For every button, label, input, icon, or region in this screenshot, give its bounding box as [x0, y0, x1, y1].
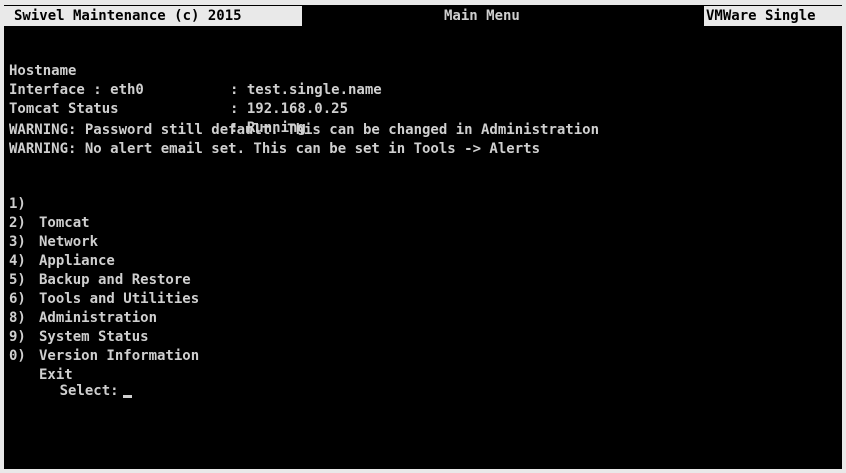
info-label: Tomcat Status — [9, 101, 119, 117]
menu-item-label: Tools and Utilities — [39, 291, 200, 307]
menu-title: Main Menu — [444, 8, 520, 24]
select-prompt[interactable]: Select: — [9, 363, 132, 399]
menu-item-system-status[interactable]: 8) System Status — [9, 290, 149, 345]
menu-item-label: Backup and Restore — [39, 272, 191, 288]
app-title: Swivel Maintenance (c) 2015 — [4, 6, 302, 26]
menu-item-exit[interactable]: 0) Exit — [9, 328, 73, 383]
info-tomcat-status: Tomcat Status : Running — [9, 81, 306, 136]
warning-password: WARNING: Password still default. This ca… — [9, 122, 600, 138]
info-value: : test.single.name — [230, 82, 382, 98]
info-value: : 192.168.0.25 — [230, 101, 349, 117]
info-interface: Interface : eth0 : 192.168.0.25 — [9, 62, 348, 117]
title-bar: Swivel Maintenance (c) 2015 Main Menu VM… — [4, 5, 842, 27]
warning-alert-email: WARNING: No alert email set. This can be… — [9, 141, 541, 157]
menu-item-network[interactable]: 2) Network — [9, 195, 98, 250]
menu-item-version-information[interactable]: 9) Version Information — [9, 309, 199, 364]
menu-item-tools-utilities[interactable]: 5) Tools and Utilities — [9, 252, 199, 307]
menu-item-backup-restore[interactable]: 4) Backup and Restore — [9, 233, 191, 288]
info-hostname: Hostname : test.single.name — [9, 43, 382, 98]
console-frame: Swivel Maintenance (c) 2015 Main Menu VM… — [0, 0, 846, 473]
platform-label: VMWare Single — [704, 6, 842, 26]
menu-item-administration[interactable]: 6) Administration — [9, 271, 157, 326]
menu-item-tomcat[interactable]: 1) Tomcat — [9, 176, 90, 231]
text-cursor — [122, 395, 132, 398]
select-prompt-label: Select: — [59, 383, 119, 399]
terminal-screen[interactable]: Swivel Maintenance (c) 2015 Main Menu VM… — [4, 5, 842, 469]
menu-item-appliance[interactable]: 3) Appliance — [9, 214, 115, 269]
